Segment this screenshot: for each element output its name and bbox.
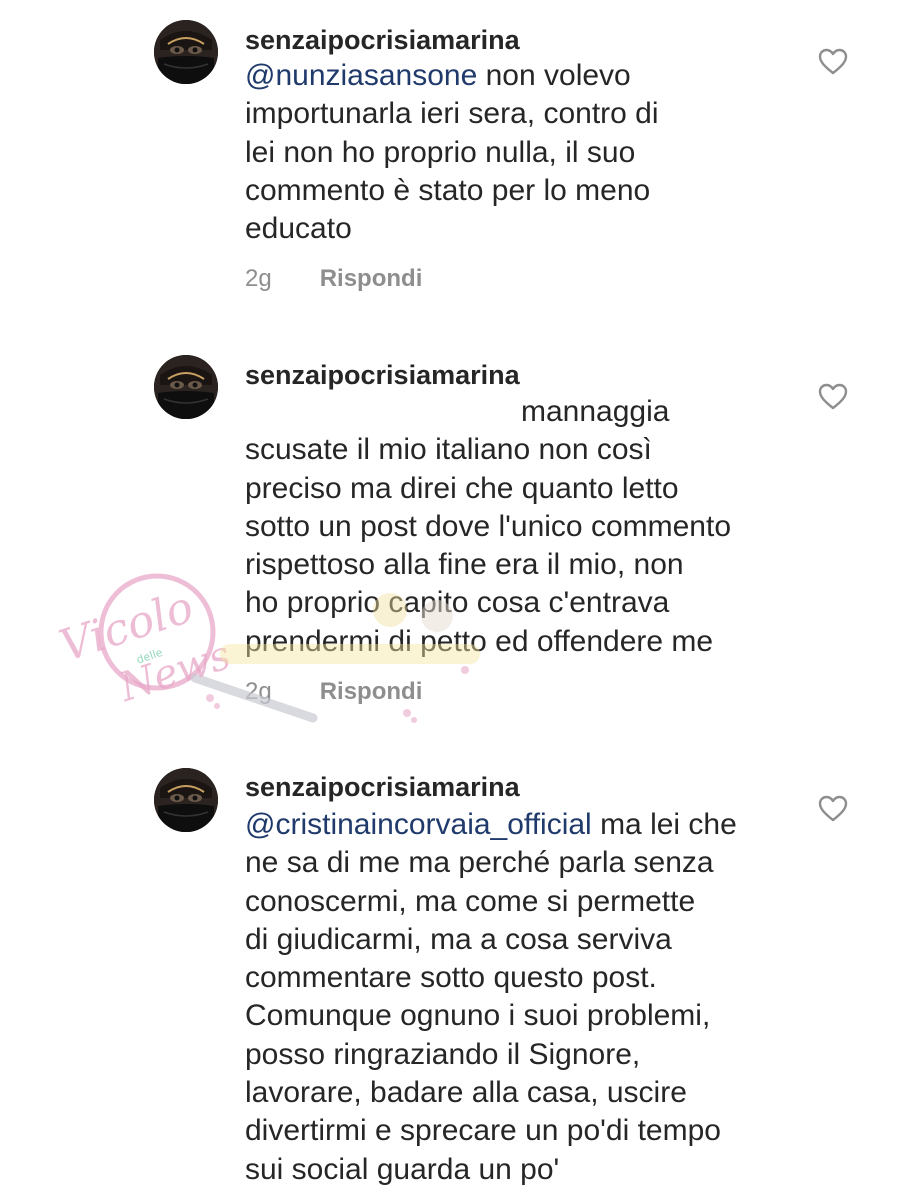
heart-outline-icon[interactable]	[818, 795, 848, 823]
heart-outline-icon[interactable]	[818, 48, 848, 76]
comment-meta: 2g Rispondi	[245, 678, 422, 706]
avatar[interactable]	[154, 355, 218, 419]
avatar[interactable]	[154, 768, 218, 832]
comment-body: ma lei che ne sa di me ma perché parla s…	[245, 808, 737, 1186]
masked-face-icon	[154, 355, 218, 419]
watermark-line3: News	[113, 632, 236, 711]
reply-button[interactable]: Rispondi	[320, 265, 423, 293]
mention-link[interactable]: @cristinaincorvaia_official	[245, 808, 592, 841]
comment-username[interactable]: senzaipocrisiamarina	[245, 768, 520, 806]
comment-time: 2g	[245, 678, 272, 705]
masked-face-icon	[154, 768, 218, 832]
watermark-line1: Vicolo	[54, 581, 200, 672]
comment-body: mannaggia scusate il mio italiano non co…	[245, 395, 732, 658]
comment-meta: 2g Rispondi	[245, 265, 422, 293]
reply-button[interactable]: Rispondi	[320, 678, 423, 706]
mention-link[interactable]: @nunziasansone	[245, 59, 477, 92]
avatar[interactable]	[154, 20, 218, 84]
comment-text: @cristinaincorvaia_official ma lei che n…	[245, 806, 737, 1189]
masked-face-icon	[154, 20, 218, 84]
heart-outline-icon[interactable]	[818, 383, 848, 411]
comment-text: mannaggia scusate il mio italiano non co…	[245, 393, 731, 661]
watermark-line2: delle	[135, 646, 165, 667]
comment-text: @nunziasansone non volevo importunarla i…	[245, 57, 659, 248]
comment-time: 2g	[245, 265, 272, 292]
comment-username[interactable]: senzaipocrisiamarina	[245, 356, 520, 394]
comment-username[interactable]: senzaipocrisiamarina	[245, 21, 520, 59]
